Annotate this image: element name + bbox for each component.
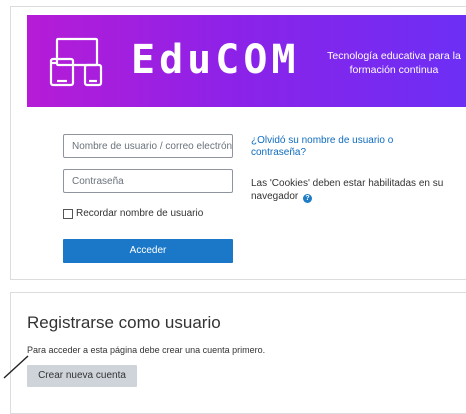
question-circle-icon[interactable]: ? [303,194,313,203]
username-input[interactable]: Nombre de usuario / correo electrónico [63,134,233,158]
cookies-notice-text: Las 'Cookies' deben estar habilitadas en… [251,178,444,202]
brand-banner: EduCOM Tecnología educativa para la form… [27,15,466,107]
cookies-notice: Las 'Cookies' deben estar habilitadas en… [251,177,451,203]
register-card: Registrarse como usuario Para acceder a … [10,292,466,414]
login-card: EduCOM Tecnología educativa para la form… [10,6,466,280]
forgot-credentials-link[interactable]: ¿Olvidó su nombre de usuario o contraseñ… [251,135,451,159]
register-title: Registrarse como usuario [27,313,221,332]
checkbox-box[interactable] [63,208,73,219]
remember-username-label: Recordar nombre de usuario [76,208,204,219]
remember-username-checkbox[interactable]: Recordar nombre de usuario [63,208,203,219]
register-note: Para acceder a esta página debe crear un… [27,345,266,355]
brand-tagline: Tecnología educativa para la formación c… [327,50,461,76]
brand-title: EduCOM [131,37,300,83]
devices-icon [49,37,103,87]
password-input[interactable]: Contraseña [63,169,233,193]
login-button[interactable]: Acceder [63,239,233,263]
create-account-button[interactable]: Crear nueva cuenta [27,365,137,387]
